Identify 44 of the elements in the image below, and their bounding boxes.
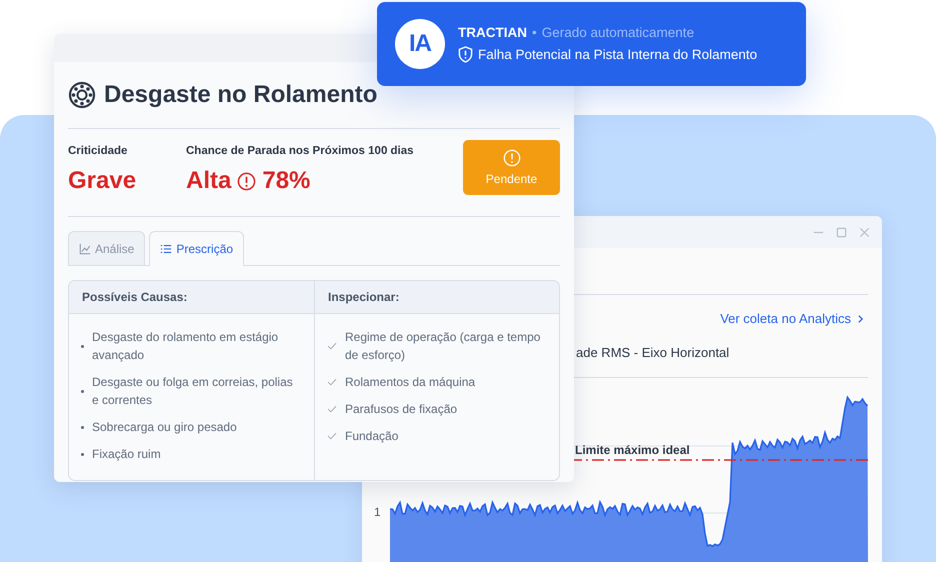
criticality-label: Criticidade [68,145,128,157]
bullet-icon [81,390,84,392]
chevron-icon [857,314,864,324]
criticality-value: Grave [68,167,138,195]
bearing-icon [68,81,96,109]
brand-name: TRACTIAN [458,25,527,40]
chart-icon [79,242,91,254]
shield-icon [458,46,473,63]
cause-item: Desgaste ou folga em correias, polias e correntes [92,374,294,409]
brand-logo: IA [395,19,445,69]
inspect-item: Parafusos de fixação [345,401,458,418]
tab[interactable]: Análise [68,231,146,265]
cause-item: Desgaste do rolamento em estágio avançado [92,329,280,364]
check-icon [327,432,337,440]
column-header: Possíveis Causas: [69,281,314,314]
toast-subtitle: Gerado automaticamente [542,25,694,40]
analytics-link[interactable]: Ver coleta no Analytics [720,311,864,326]
check-icon [327,378,337,386]
warning-icon [237,172,256,190]
inspect-item: Rolamentos da máquina [345,374,476,391]
warning-icon [502,149,520,167]
toast-message: Falha Potencial na Pista Interna do Rolamento [478,47,758,62]
chart-subtitle: ade RMS - Eixo Horizontal [576,345,730,360]
close-icon[interactable] [859,226,870,238]
check-icon [327,342,337,350]
list-icon [160,243,172,255]
chance-percent: 78% [262,167,310,195]
limit-label: Limite máximo ideal [575,443,690,457]
chance-value: Alta [186,167,232,195]
chance-label: Chance de Parada nos Próximos 100 dias [186,145,415,157]
column-header: Inspecionar: [315,281,559,314]
bullet-icon [81,452,84,456]
bullet-icon [81,344,84,348]
inspect-item: Regime de operação (carga e tempo de esforço) [345,329,542,364]
inspect-item: Fundação [345,428,398,445]
bullet-icon [81,426,84,428]
card-title: Desgaste no Rolamento [104,81,378,109]
cause-item: Sobrecarga ou giro pesado [92,419,237,436]
cause-item: Fixação ruim [92,446,161,463]
check-icon [327,405,337,413]
axis-tick-label: 1 [374,505,381,519]
maximize-icon[interactable] [836,226,847,238]
tab[interactable]: Prescrição [149,231,244,266]
separator-dot: • [532,25,537,40]
